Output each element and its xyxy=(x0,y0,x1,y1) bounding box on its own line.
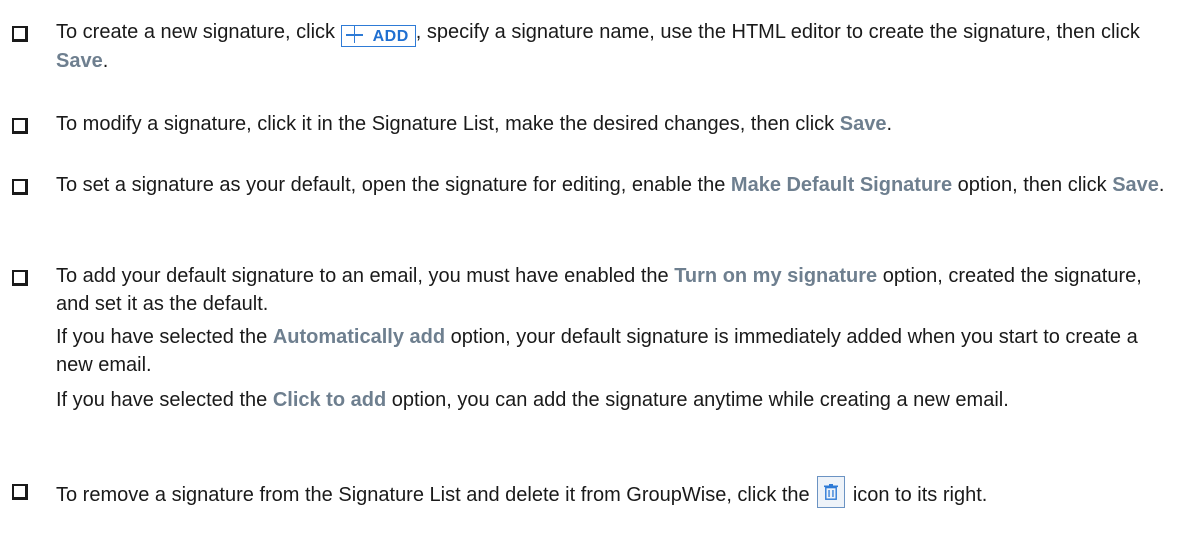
checkbox-icon xyxy=(12,26,28,42)
paragraph-automatically-add: If you have selected the Automatically a… xyxy=(56,326,1138,376)
bullet-text: To remove a signature from the Signature… xyxy=(56,476,1170,509)
add-button-label: ADD xyxy=(372,28,409,45)
checkbox-icon xyxy=(12,484,28,500)
plus-icon xyxy=(345,26,363,43)
paragraph-click-to-add: If you have selected the Click to add op… xyxy=(56,389,1009,411)
save-ui-label: Save xyxy=(839,113,887,135)
add-button[interactable]: ADD xyxy=(340,25,416,47)
checkbox-icon xyxy=(12,270,28,286)
turn-on-signature-ui-label: Turn on my signature xyxy=(674,265,878,287)
click-to-add-ui-label: Click to add xyxy=(272,389,387,411)
bullet-text: To modify a signature, click it in the S… xyxy=(56,113,893,135)
checkbox-icon xyxy=(12,118,28,134)
bullet-text: To add your default signature to an emai… xyxy=(56,265,1142,315)
checkbox-icon xyxy=(12,179,28,195)
automatically-add-ui-label: Automatically add xyxy=(272,326,446,348)
make-default-ui-label: Make Default Signature xyxy=(730,174,953,196)
save-ui-label: Save xyxy=(56,50,103,72)
bullet-text: To create a new signature, click ADD, sp… xyxy=(56,21,1140,72)
save-ui-label: Save xyxy=(1112,174,1159,196)
bullet-text: To set a signature as your default, open… xyxy=(56,174,1165,196)
trash-icon[interactable] xyxy=(817,476,846,508)
